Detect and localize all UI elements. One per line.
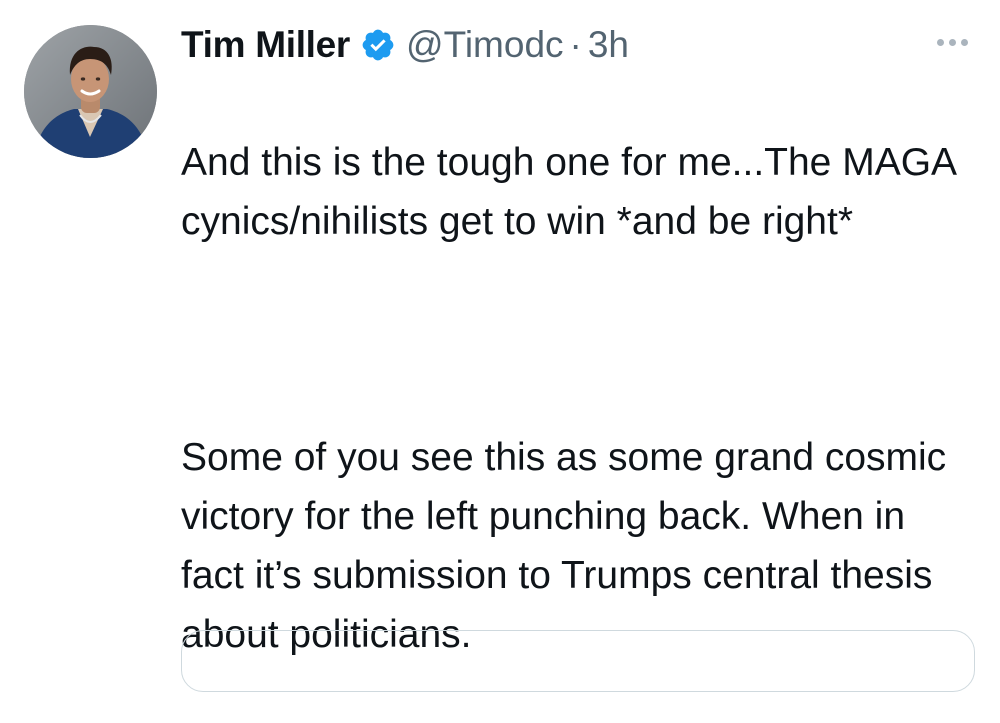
verified-badge-icon (360, 27, 396, 63)
quoted-tweet-card[interactable] (181, 630, 975, 692)
separator-dot: · (569, 24, 582, 65)
more-dot (961, 39, 968, 46)
avatar[interactable] (24, 25, 157, 158)
tweet-timestamp[interactable]: 3h (588, 24, 629, 66)
author-handle[interactable]: @Timodc (406, 24, 564, 66)
tweet-paragraph: And this is the tough one for me...The M… (181, 141, 955, 243)
tweet-header: Tim Miller @Timodc · 3h (181, 18, 629, 72)
author-name[interactable]: Tim Miller (181, 24, 350, 66)
avatar-image (24, 25, 157, 158)
more-dot (949, 39, 956, 46)
tweet-text: And this is the tough one for me...The M… (181, 74, 971, 723)
more-horizontal-icon[interactable] (937, 39, 968, 46)
tweet[interactable]: Tim Miller @Timodc · 3h And this is the … (0, 0, 1000, 692)
tweet-paragraph: Some of you see this as some grand cosmi… (181, 436, 947, 656)
more-dot (937, 39, 944, 46)
